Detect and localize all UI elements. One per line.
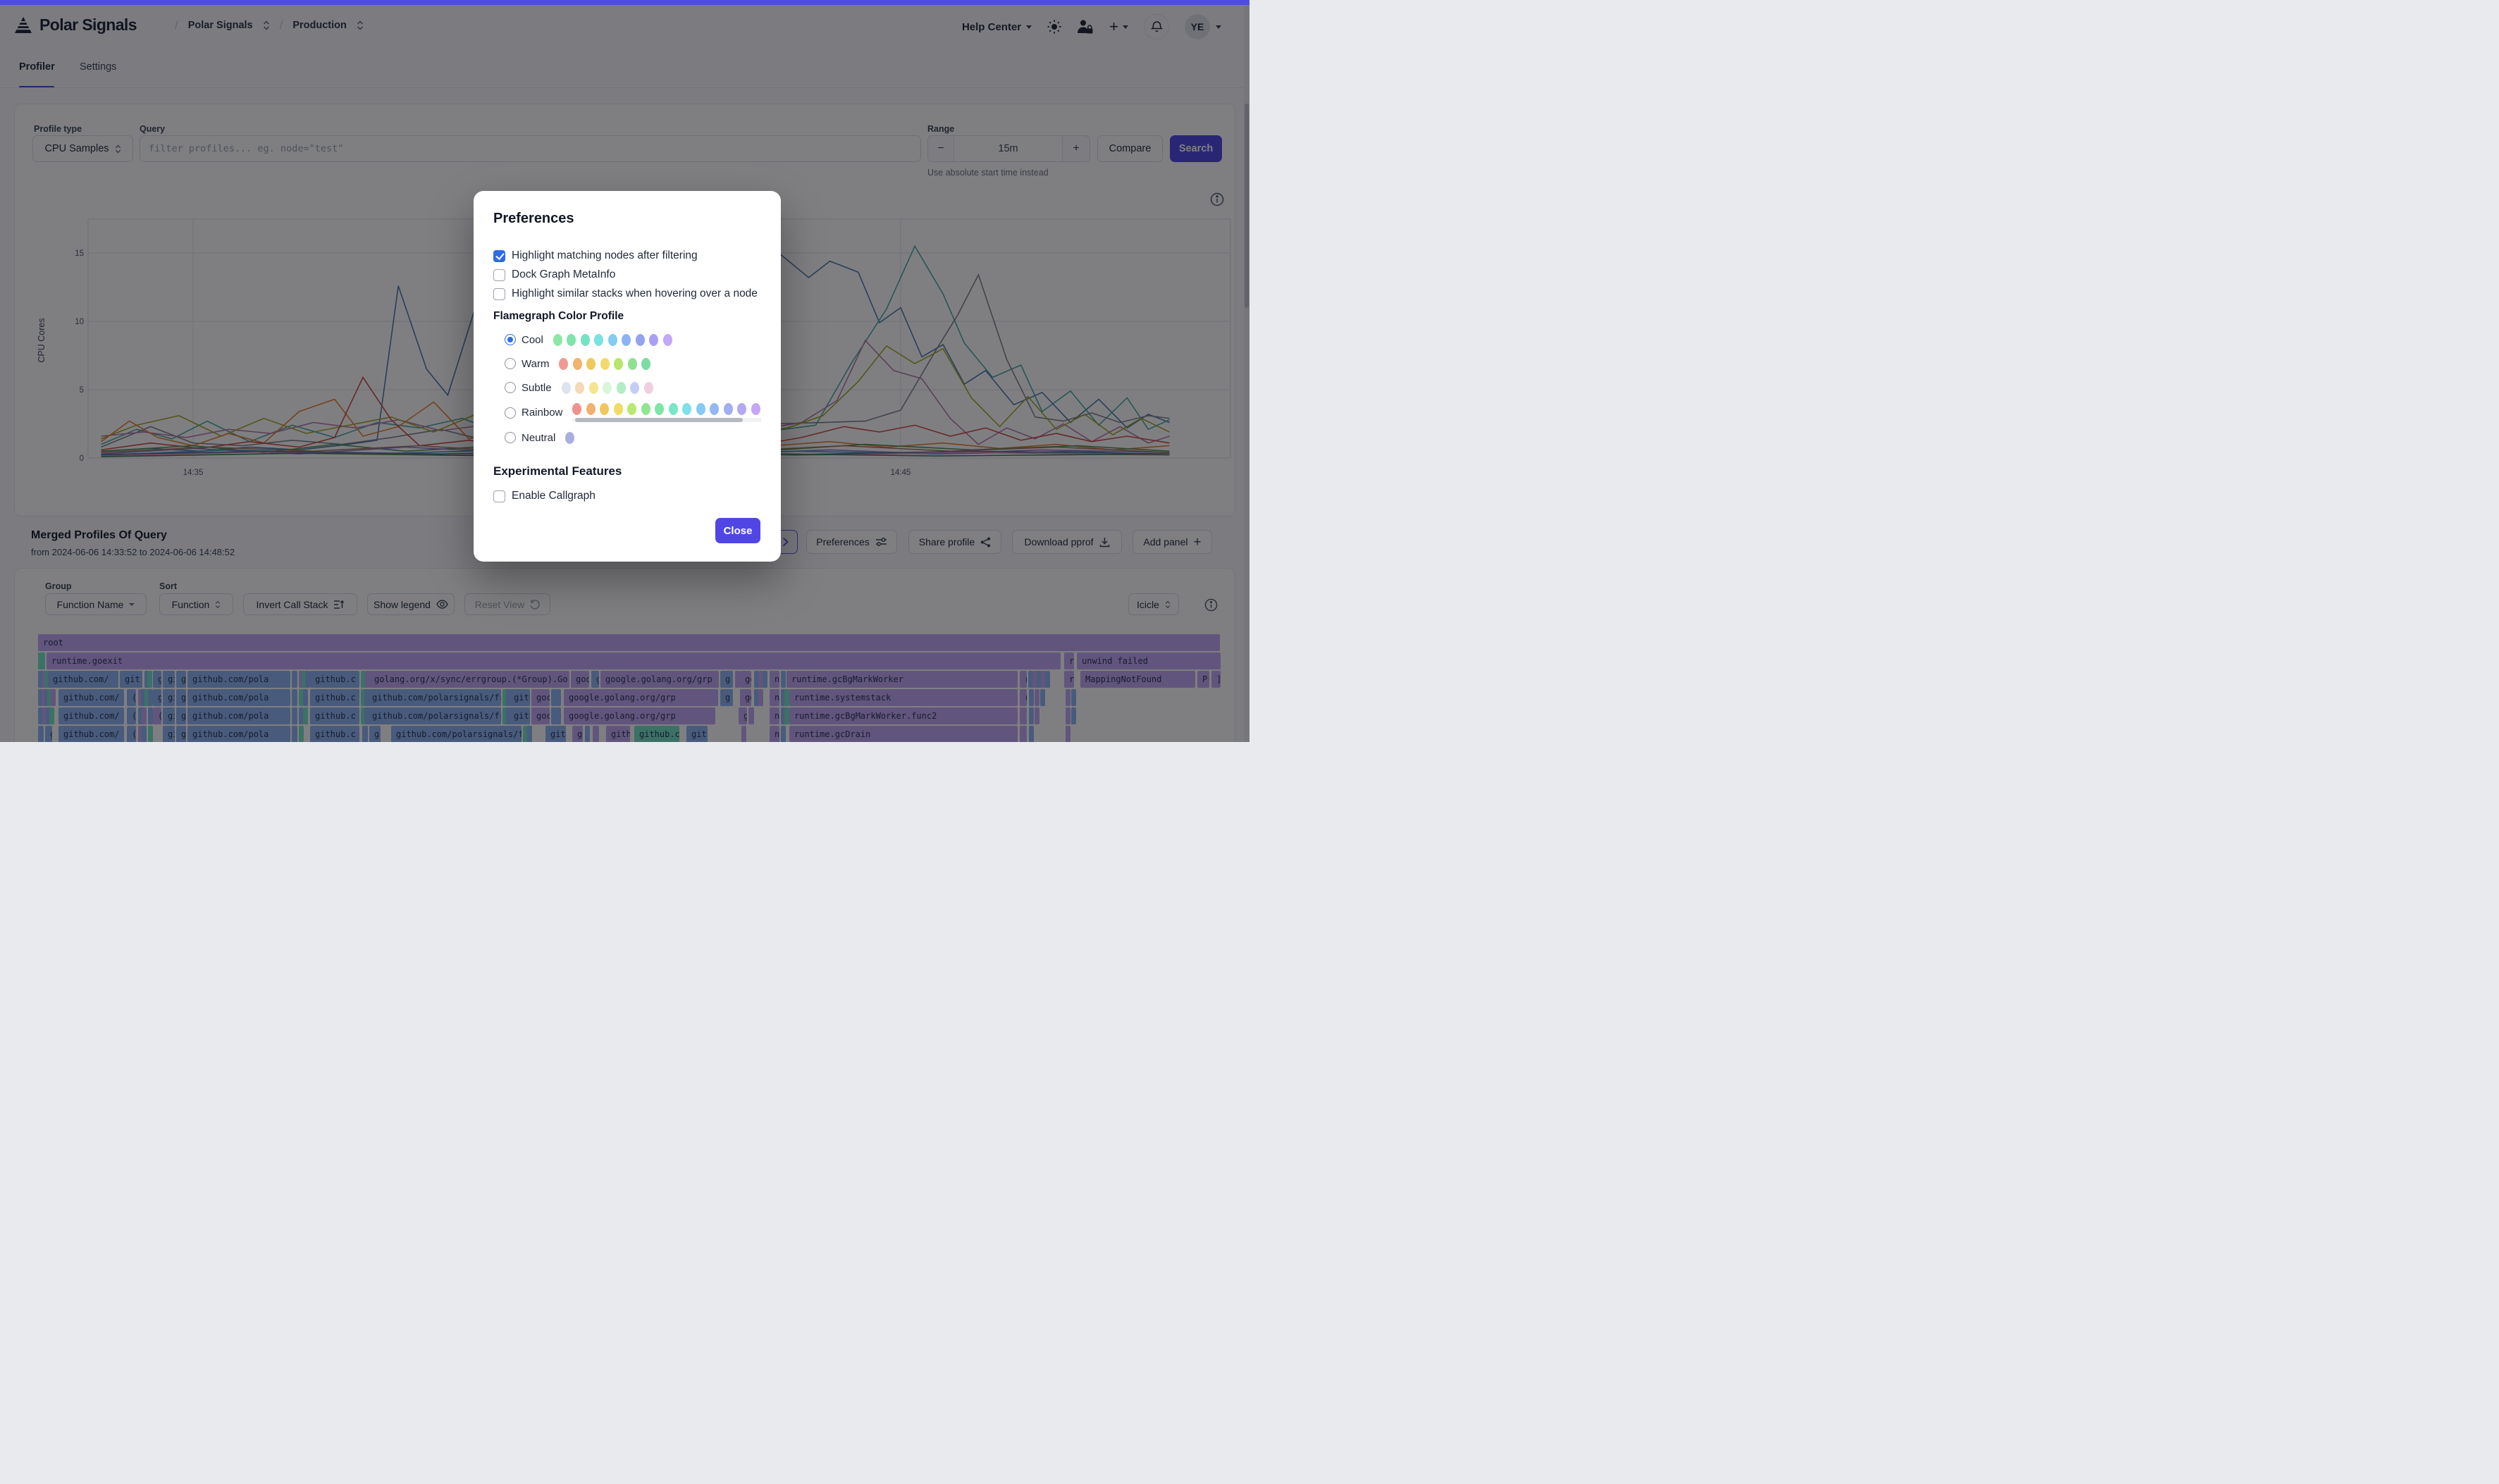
palette-dot: [581, 334, 590, 346]
palette-dot: [649, 334, 658, 346]
palette-dots: [572, 403, 761, 415]
enable-callgraph-checkbox[interactable]: [493, 490, 505, 502]
modal-checkbox-row[interactable]: Dock Graph MetaInfo: [493, 268, 761, 281]
palette-dot: [663, 334, 672, 346]
checkbox-label: Highlight similar stacks when hovering o…: [512, 287, 758, 300]
palette-dot: [630, 382, 639, 394]
palette-dot: [641, 403, 650, 415]
enable-callgraph-label: Enable Callgraph: [512, 490, 596, 502]
palette-dot: [608, 334, 617, 346]
palette-dots: [562, 382, 653, 394]
palette-dot: [594, 334, 603, 346]
palette-dot: [586, 403, 596, 415]
color-profile-option-warm[interactable]: Warm: [505, 355, 761, 372]
palette-dot: [710, 403, 719, 415]
modal-checkbox-row[interactable]: Highlight matching nodes after filtering: [493, 249, 761, 262]
radio-rainbow[interactable]: [505, 407, 516, 419]
palette-dot: [724, 403, 733, 415]
checkbox-0[interactable]: [493, 250, 505, 262]
palette-dots: [553, 334, 672, 346]
radio-label: Subtle: [522, 382, 552, 394]
palette-dot: [669, 403, 678, 415]
palette-dot: [553, 334, 562, 346]
palette-dot: [622, 334, 631, 346]
color-profile-option-cool[interactable]: Cool: [505, 331, 761, 348]
top-accent-bar: [0, 0, 1250, 5]
radio-subtle[interactable]: [505, 382, 516, 393]
palette-dot: [655, 403, 664, 415]
radio-warm[interactable]: [505, 358, 516, 369]
app-window: Polar Signals / Polar Signals / Producti…: [0, 0, 1250, 742]
radio-label: Neutral: [522, 432, 555, 444]
palette-dot: [617, 382, 626, 394]
checkbox-label: Highlight matching nodes after filtering: [512, 249, 698, 262]
palette-dot: [627, 403, 636, 415]
palette-scrollbar[interactable]: [572, 418, 761, 422]
palette-dot: [682, 403, 691, 415]
color-profile-options: Cool Warm Subtle Rainbow Neutral: [493, 331, 761, 446]
checkbox-2[interactable]: [493, 288, 505, 300]
color-profile-option-neutral[interactable]: Neutral: [505, 429, 761, 446]
palette-dot: [572, 403, 581, 415]
checkbox-1[interactable]: [493, 269, 505, 281]
enable-callgraph-row[interactable]: Enable Callgraph: [493, 490, 761, 502]
modal-checkbox-group: Highlight matching nodes after filtering…: [493, 249, 761, 300]
palette-scrollbar-thumb[interactable]: [575, 418, 743, 422]
palette-dot: [636, 334, 645, 346]
palette-dot: [565, 432, 574, 444]
palette-dot: [644, 382, 653, 394]
palette-dot: [600, 358, 610, 370]
palette-dot: [737, 403, 746, 415]
palette-dot: [575, 382, 584, 394]
palette-dot: [600, 403, 609, 415]
palette-dot: [589, 382, 598, 394]
palette-dot: [751, 403, 760, 415]
palette-dot: [603, 382, 612, 394]
palette-dots: [559, 358, 650, 370]
radio-label: Cool: [522, 334, 543, 346]
color-profile-label: Flamegraph Color Profile: [493, 310, 761, 323]
experimental-features-title: Experimental Features: [493, 464, 761, 478]
radio-label: Rainbow: [522, 407, 562, 419]
radio-cool[interactable]: [505, 334, 516, 345]
palette-dot: [696, 403, 705, 415]
palette-dot: [567, 334, 576, 346]
palette-dots: [565, 432, 574, 444]
palette-dot: [586, 358, 596, 370]
palette-dot: [562, 382, 571, 394]
palette-dot: [614, 358, 623, 370]
palette-dot: [573, 358, 582, 370]
modal-title: Preferences: [493, 211, 761, 227]
palette-dot: [641, 358, 650, 370]
radio-label: Warm: [522, 358, 549, 370]
palette-dot: [559, 358, 568, 370]
close-button[interactable]: Close: [715, 518, 760, 543]
preferences-modal: Preferences Highlight matching nodes aft…: [474, 191, 781, 562]
modal-checkbox-row[interactable]: Highlight similar stacks when hovering o…: [493, 287, 761, 300]
color-profile-option-subtle[interactable]: Subtle: [505, 379, 761, 396]
radio-neutral[interactable]: [505, 432, 516, 443]
palette-dot: [628, 358, 637, 370]
palette-dot: [614, 403, 623, 415]
color-profile-option-rainbow[interactable]: Rainbow: [505, 403, 761, 422]
checkbox-label: Dock Graph MetaInfo: [512, 268, 615, 281]
